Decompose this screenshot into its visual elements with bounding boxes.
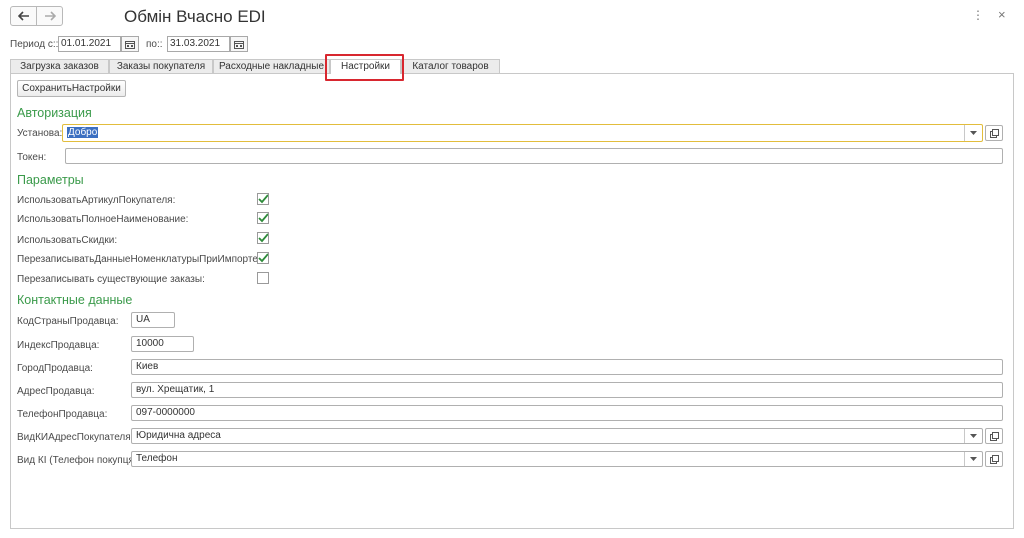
close-icon[interactable]: × (998, 7, 1006, 22)
param-checkbox[interactable] (257, 232, 269, 244)
buyer-phone-kind-value: Телефон (136, 453, 178, 464)
period-to-label: по:: (146, 39, 163, 50)
country-code-label: КодСтраныПродавца: (17, 316, 119, 327)
calendar-icon (234, 40, 244, 49)
city-label: ГородПродавца: (17, 363, 93, 374)
buyer-address-kind-label: ВидКИАдресПокупателя: (17, 432, 134, 443)
back-button[interactable] (10, 6, 37, 26)
param-label: ИспользоватьПолноеНаименование: (17, 214, 189, 225)
period-from-label: Период с:: (10, 39, 59, 50)
token-input[interactable] (65, 148, 1003, 164)
chevron-down-icon (970, 131, 977, 135)
param-label: ИспользоватьСкидки: (17, 235, 118, 246)
postal-index-input[interactable]: 10000 (131, 336, 194, 352)
section-parameters: Параметры (17, 173, 84, 187)
buyer-address-kind-value: Юридична адреса (136, 430, 221, 441)
arrow-right-icon (44, 11, 56, 21)
buyer-phone-kind-dropdown-button[interactable] (964, 452, 982, 466)
city-input[interactable]: Киев (131, 359, 1003, 375)
period-to-calendar-button[interactable] (230, 36, 248, 52)
page-title: Обмін Вчасно EDI (124, 7, 266, 26)
install-open-button[interactable] (985, 125, 1003, 141)
open-window-icon (989, 454, 999, 464)
more-menu-icon[interactable]: ⋮ (972, 8, 984, 22)
forward-button[interactable] (36, 6, 63, 26)
open-window-icon (989, 431, 999, 441)
tab-bar: Загрузка заказов Заказы покупателя Расхо… (10, 59, 1014, 74)
tab-product-catalog[interactable]: Каталог товаров (401, 59, 500, 73)
param-checkbox[interactable] (257, 272, 269, 284)
tab-invoices[interactable]: Расходные накладные (213, 59, 330, 73)
checkmark-icon (258, 213, 268, 223)
tab-customer-orders[interactable]: Заказы покупателя (109, 59, 213, 73)
checkmark-icon (258, 194, 268, 204)
buyer-address-kind-open-button[interactable] (985, 428, 1003, 444)
tab-highlight-frame (325, 54, 404, 81)
param-label: Перезаписывать существующие заказы: (17, 274, 205, 285)
country-code-input[interactable]: UA (131, 312, 175, 328)
install-dropdown-button[interactable] (964, 125, 982, 141)
param-label: ИспользоватьАртикулПокупателя: (17, 195, 176, 206)
period-from-field[interactable]: 01.01.2021 (58, 36, 121, 52)
buyer-phone-kind-open-button[interactable] (985, 451, 1003, 467)
arrow-left-icon (17, 11, 29, 21)
install-value: Добро (67, 127, 99, 138)
phone-label: ТелефонПродавца: (17, 409, 108, 420)
section-contacts: Контактные данные (17, 293, 133, 307)
install-label: Установа: (17, 128, 63, 139)
buyer-phone-kind-select[interactable]: Телефон (131, 451, 983, 467)
param-checkbox[interactable] (257, 193, 269, 205)
period-to-field[interactable]: 31.03.2021 (167, 36, 230, 52)
tab-load-orders[interactable]: Загрузка заказов (10, 59, 109, 73)
period-from-calendar-button[interactable] (121, 36, 139, 52)
checkmark-icon (258, 253, 268, 263)
address-input[interactable]: вул. Хрещатик, 1 (131, 382, 1003, 398)
buyer-address-kind-dropdown-button[interactable] (964, 429, 982, 443)
section-authorization: Авторизация (17, 106, 92, 120)
address-label: АдресПродавца: (17, 386, 95, 397)
phone-input[interactable]: 097-0000000 (131, 405, 1003, 421)
save-settings-button[interactable]: СохранитьНастройки (17, 80, 126, 97)
chevron-down-icon (970, 434, 977, 438)
param-checkbox[interactable] (257, 212, 269, 224)
param-label: ПерезаписыватьДанныеНоменклатурыПриИмпор… (17, 254, 261, 265)
calendar-icon (125, 40, 135, 49)
buyer-phone-kind-label: Вид КІ (Телефон покупця): (17, 455, 140, 466)
postal-index-label: ИндексПродавца: (17, 340, 100, 351)
open-window-icon (989, 128, 999, 138)
checkmark-icon (258, 233, 268, 243)
param-checkbox[interactable] (257, 252, 269, 264)
chevron-down-icon (970, 457, 977, 461)
install-select[interactable]: Добро (62, 124, 983, 142)
buyer-address-kind-select[interactable]: Юридична адреса (131, 428, 983, 444)
token-label: Токен: (17, 152, 47, 163)
